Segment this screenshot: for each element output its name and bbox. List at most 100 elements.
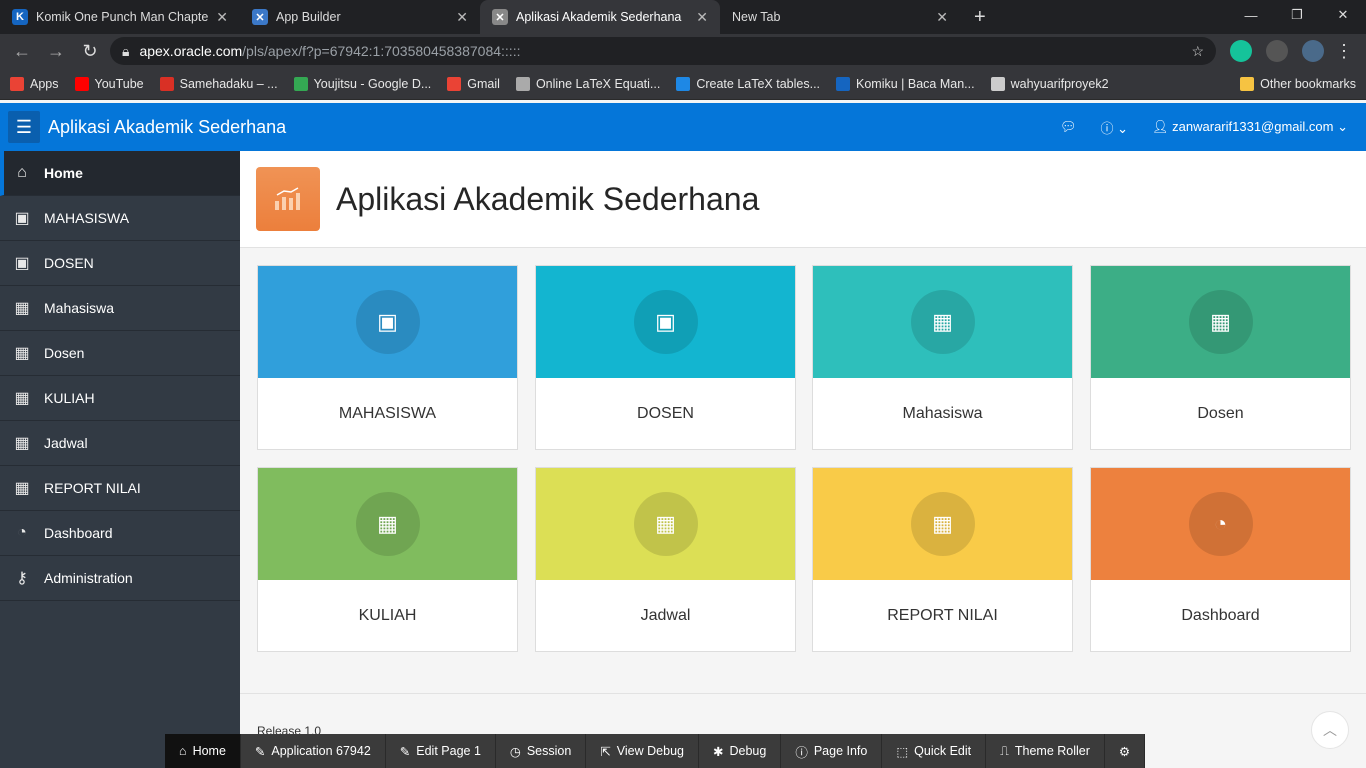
card-dashboard[interactable]: ◔ Dashboard xyxy=(1090,467,1351,652)
card-jadwal[interactable]: ▦ Jadwal xyxy=(535,467,796,652)
app-title[interactable]: Aplikasi Akademik Sederhana xyxy=(48,117,286,138)
sidebar-item-kuliah[interactable]: ▦ KULIAH xyxy=(0,376,240,421)
bookmark[interactable]: Komiku | Baca Man... xyxy=(836,76,975,91)
maximize-icon[interactable]: ❐ xyxy=(1274,0,1320,30)
minimize-icon[interactable]: — xyxy=(1228,0,1274,30)
card-label: MAHASISWA xyxy=(338,405,437,422)
devbar-icon: ✱ xyxy=(712,744,724,759)
address-bar-row: ← → ↻ 🔒︎ apex.oracle.com/pls/apex/f?p=67… xyxy=(0,34,1366,68)
bookmark-icon xyxy=(836,76,851,91)
card-dosen[interactable]: ▣ DOSEN xyxy=(535,265,796,450)
browser-tab[interactable]: K Komik One Punch Man Chapter 1 ✕ xyxy=(0,0,240,34)
sidebar-item-dashboard[interactable]: ◔ Dashboard xyxy=(0,511,240,556)
browser-tab[interactable]: ✕ App Builder ✕ xyxy=(240,0,480,34)
bookmark[interactable]: Youjitsu - Google D... xyxy=(293,76,431,91)
card-icon: ▦ xyxy=(910,492,975,556)
browser-tab[interactable]: ✕ Aplikasi Akademik Sederhana ✕ xyxy=(480,0,720,34)
devbar-home[interactable]: ⌂ Home xyxy=(165,734,241,768)
card-icon: ▦ xyxy=(910,290,975,354)
close-tab-icon[interactable]: ✕ xyxy=(216,9,228,26)
bookmark[interactable]: YouTube xyxy=(74,76,144,91)
bookmark-icon xyxy=(74,76,89,91)
card-mahasiswa[interactable]: ▣ MAHASISWA xyxy=(257,265,518,450)
bookmark[interactable]: Create LaTeX tables... xyxy=(676,76,820,91)
card-label: Mahasiswa xyxy=(902,405,983,422)
bookmark[interactable]: wahyuarifproyek2 xyxy=(990,76,1109,91)
menu-icon[interactable]: ⋮ xyxy=(1330,41,1358,62)
sidebar-item-mahasiswa[interactable]: ▣ MAHASISWA xyxy=(0,196,240,241)
other-bookmarks[interactable]: Other bookmarks xyxy=(1240,76,1356,91)
sidebar-item-report-nilai[interactable]: ▦ REPORT NILAI xyxy=(0,466,240,511)
nav-icon: ⚷ xyxy=(16,570,28,587)
back-icon[interactable]: ← xyxy=(8,41,36,62)
menu-toggle-button[interactable]: ☰ xyxy=(8,111,40,143)
chart-icon xyxy=(256,167,320,231)
card-label: KULIAH xyxy=(358,607,417,624)
star-icon[interactable]: ☆ xyxy=(1191,43,1204,60)
devbar-label: Theme Roller xyxy=(1014,744,1090,758)
devbar-view-debug[interactable]: ⇱ View Debug xyxy=(586,734,699,768)
sidebar-item-label: Home xyxy=(44,165,83,181)
card-header: ▦ xyxy=(813,266,1072,378)
scroll-top-button[interactable]: ︿ xyxy=(1311,711,1349,749)
card-label: REPORT NILAI xyxy=(887,607,998,624)
card-icon: ▣ xyxy=(355,290,420,354)
bookmark[interactable]: Samehadaku – ... xyxy=(159,76,278,91)
card-mahasiswa[interactable]: ▦ Mahasiswa xyxy=(812,265,1073,450)
nav-icon: ▦ xyxy=(14,480,30,497)
footer-divider xyxy=(240,693,1366,694)
feedback-icon[interactable]: 💬︎ xyxy=(1060,119,1077,135)
devbar-label: View Debug xyxy=(616,744,684,758)
devbar-edit-page-1[interactable]: ✎ Edit Page 1 xyxy=(386,734,496,768)
user-menu[interactable]: 👤︎ zanwararif1331@gmail.com ⌄ xyxy=(1152,119,1348,135)
devbar-label: Session xyxy=(526,744,572,758)
browser-tab[interactable]: New Tab ✕ xyxy=(720,0,960,34)
card-label: Dashboard xyxy=(1181,607,1260,624)
sidebar-item-administration[interactable]: ⚷ Administration xyxy=(0,556,240,601)
devbar-session[interactable]: ◷ Session xyxy=(496,734,587,768)
close-icon[interactable]: ✕ xyxy=(1320,0,1366,30)
sidebar-item-mahasiswa[interactable]: ▦ Mahasiswa xyxy=(0,286,240,331)
profile-avatar[interactable] xyxy=(1302,40,1324,62)
devbar-icon: ✎ xyxy=(254,744,266,759)
sidebar-item-jadwal[interactable]: ▦ Jadwal xyxy=(0,421,240,466)
bookmark[interactable]: Apps xyxy=(10,76,59,91)
grammarly-extension-icon[interactable] xyxy=(1230,40,1252,62)
card-icon: ▦ xyxy=(355,492,420,556)
new-tab-icon[interactable]: + xyxy=(960,0,1000,34)
sidebar-item-dosen[interactable]: ▦ Dosen xyxy=(0,331,240,376)
help-icon[interactable]: ⓘ ⌄ xyxy=(1101,118,1129,137)
tab-favicon-icon: ✕ xyxy=(492,9,508,25)
close-tab-icon[interactable]: ✕ xyxy=(696,9,708,26)
sidebar-item-home[interactable]: ⌂ Home xyxy=(0,151,240,196)
card-report-nilai[interactable]: ▦ REPORT NILAI xyxy=(812,467,1073,652)
close-tab-icon[interactable]: ✕ xyxy=(936,9,948,26)
bookmark-label: wahyuarifproyek2 xyxy=(1010,76,1109,91)
forward-icon[interactable]: → xyxy=(42,41,70,62)
nav-icon: ◔ xyxy=(17,524,27,541)
devbar-theme-roller[interactable]: ⎍ Theme Roller xyxy=(986,734,1105,768)
devbar-settings[interactable]: ⚙ xyxy=(1105,734,1146,768)
url-input[interactable]: 🔒︎ apex.oracle.com/pls/apex/f?p=67942:1:… xyxy=(110,37,1216,65)
devbar-debug[interactable]: ✱ Debug xyxy=(699,734,782,768)
url-host: apex.oracle.com xyxy=(139,43,243,59)
card-dosen[interactable]: ▦ Dosen xyxy=(1090,265,1351,450)
sidebar-item-label: Mahasiswa xyxy=(44,300,115,316)
devbar-label: Home xyxy=(192,744,226,758)
close-tab-icon[interactable]: ✕ xyxy=(456,9,468,26)
devbar-application-67942[interactable]: ✎ Application 67942 xyxy=(241,734,386,768)
sidebar-item-dosen[interactable]: ▣ DOSEN xyxy=(0,241,240,286)
bookmark[interactable]: Gmail xyxy=(447,76,500,91)
card-kuliah[interactable]: ▦ KULIAH xyxy=(257,467,518,652)
url-path: /pls/apex/f?p=67942:1:703580458387084:::… xyxy=(242,43,521,59)
reload-icon[interactable]: ↻ xyxy=(76,41,104,62)
devbar-label: Application 67942 xyxy=(271,744,371,758)
nav-icon: ▦ xyxy=(14,390,30,407)
globe-extension-icon[interactable] xyxy=(1266,40,1288,62)
card-icon: ▦ xyxy=(633,492,698,556)
page-hero: Aplikasi Akademik Sederhana xyxy=(240,151,1366,248)
devbar-quick-edit[interactable]: ⬚ Quick Edit xyxy=(882,734,987,768)
devbar-page-info[interactable]: ⓘ Page Info xyxy=(781,734,883,768)
bookmark[interactable]: Online LaTeX Equati... xyxy=(515,76,660,91)
devbar-icon: ⬚ xyxy=(896,744,909,759)
